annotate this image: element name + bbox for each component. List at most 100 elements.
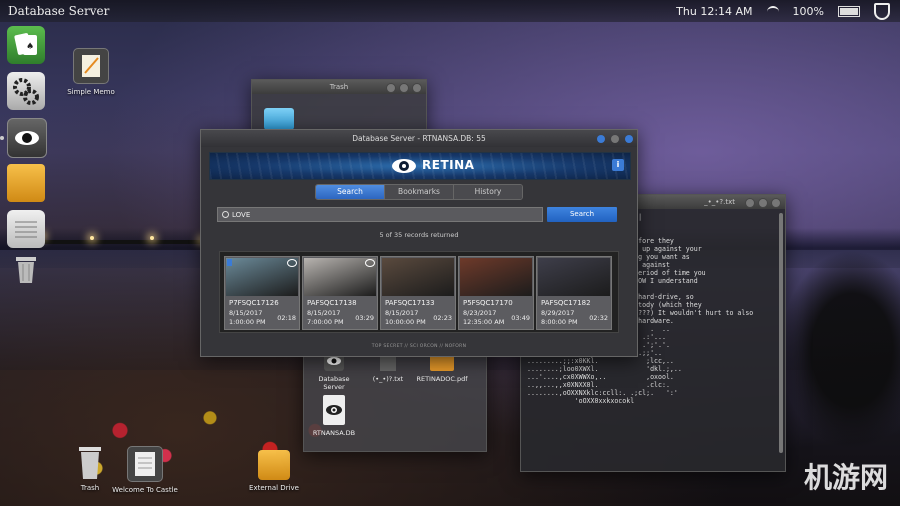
trash-desktop-icon[interactable]: Trash — [68, 446, 112, 492]
database-window-title: Database Server - RTNANSA.DB: 55 — [352, 134, 486, 143]
battery-icon[interactable] — [838, 5, 860, 17]
trash-can-icon — [77, 446, 103, 480]
result-id: PAFSQC17133 — [385, 299, 435, 307]
database-server-window: Database Server - RTNANSA.DB: 55 RETINA … — [200, 129, 638, 357]
background-bridge — [30, 240, 210, 244]
drive-icon — [258, 450, 290, 480]
retina-eye-logo-icon — [392, 159, 416, 173]
search-input-value: LOVE — [232, 211, 251, 219]
retina-brand: RETINA — [422, 158, 475, 172]
notes-icon[interactable] — [7, 210, 45, 248]
video-thumbnail[interactable] — [460, 258, 532, 296]
result-id: PAFSQC17182 — [541, 299, 591, 307]
search-icon — [222, 211, 229, 218]
result-time: 12:35:00 AM — [463, 318, 505, 326]
text-line: ...'....,cx0XWWXo,.. ,oxool. — [527, 373, 674, 381]
result-card[interactable]: P7FSQC17126 8/15/2017 1:00:00 PM 02:18 — [224, 256, 300, 330]
external-drive-icon[interactable] — [7, 164, 45, 202]
background-lamp — [90, 236, 94, 240]
battery-percent: 100% — [792, 4, 824, 18]
retina-eye-icon[interactable] — [7, 118, 47, 158]
file-label: (•_•)?.txt — [372, 375, 404, 383]
trash-window-titlebar[interactable]: Trash — [252, 80, 426, 94]
tab-bookmarks[interactable]: Bookmarks — [385, 185, 454, 199]
trash-icon[interactable] — [7, 250, 45, 288]
result-id: PAFSQC17138 — [307, 299, 357, 307]
result-duration: 02:23 — [433, 314, 452, 322]
result-id: P7FSQC17126 — [229, 299, 279, 307]
dock: ♠ — [0, 26, 47, 506]
text-line: ..,,...,,x0XNXX0l. .clc:. — [527, 381, 670, 389]
simple-memo-label: Simple Memo — [67, 88, 115, 96]
minimize-button[interactable] — [386, 83, 396, 93]
document-icon — [127, 446, 163, 482]
result-card[interactable]: P5FSQC17170 8/23/2017 12:35:00 AM 03:49 — [458, 256, 534, 330]
solitaire-cards-icon[interactable]: ♠ — [7, 26, 45, 64]
scrollbar[interactable] — [779, 213, 783, 453]
welcome-label: Welcome To Castle — [112, 486, 178, 494]
result-date: 8/15/2017 — [229, 309, 263, 317]
dock-active-indicator — [0, 136, 4, 140]
result-date: 8/15/2017 — [385, 309, 419, 317]
file-label: RTNANSA.DB — [312, 429, 356, 437]
close-button[interactable] — [771, 198, 781, 208]
menubar-clock[interactable]: Thu 12:14 AM — [676, 5, 752, 18]
eye-document-icon — [323, 395, 345, 425]
result-duration: 02:32 — [589, 314, 608, 322]
text-viewer-title: _•_•?.txt — [704, 198, 735, 206]
result-duration: 02:18 — [277, 314, 296, 322]
folder-icon[interactable] — [264, 108, 294, 130]
minimize-button[interactable] — [745, 198, 755, 208]
menubar: Database Server Thu 12:14 AM 100% — [0, 0, 900, 22]
tab-search[interactable]: Search — [316, 185, 385, 199]
maximize-button[interactable] — [399, 83, 409, 93]
maximize-button[interactable] — [758, 198, 768, 208]
video-thumbnail[interactable] — [382, 258, 454, 296]
gear-icon[interactable] — [7, 72, 45, 110]
records-status: 5 of 35 records returned — [379, 231, 459, 239]
search-input[interactable]: LOVE — [217, 207, 543, 222]
background-lamp — [150, 236, 154, 240]
menubar-app-title[interactable]: Database Server — [8, 4, 109, 18]
file-rtnansa-db[interactable]: RTNANSA.DB — [308, 393, 360, 437]
result-date: 8/29/2017 — [541, 309, 575, 317]
minimize-button[interactable] — [597, 135, 605, 143]
trash-label: Trash — [80, 484, 100, 492]
background-tree — [780, 250, 900, 450]
result-time: 1:00:00 PM — [229, 318, 266, 326]
tab-bar: Search Bookmarks History — [315, 184, 523, 200]
result-time: 8:00:00 PM — [541, 318, 578, 326]
external-drive-desktop-icon[interactable]: External Drive — [246, 450, 302, 492]
welcome-desktop-icon[interactable]: Welcome To Castle — [110, 446, 180, 494]
close-button[interactable] — [625, 135, 633, 143]
shield-icon[interactable] — [874, 2, 890, 20]
svg-text:♠: ♠ — [26, 42, 34, 52]
search-button[interactable]: Search — [547, 207, 617, 222]
tab-history[interactable]: History — [454, 185, 522, 199]
info-button[interactable]: i — [612, 159, 624, 171]
simple-memo-desktop-icon[interactable]: Simple Memo — [64, 48, 118, 96]
text-line: ........,oOXXNXklc:ccll:. .;cl;. ':' — [527, 389, 678, 397]
result-card[interactable]: PAFSQC17138 8/15/2017 7:00:00 PM 03:29 — [302, 256, 378, 330]
result-card[interactable]: PAFSQC17182 8/29/2017 8:00:00 PM 02:32 — [536, 256, 612, 330]
database-window-titlebar[interactable]: Database Server - RTNANSA.DB: 55 — [201, 130, 637, 147]
maximize-button[interactable] — [611, 135, 619, 143]
video-thumbnail[interactable] — [538, 258, 610, 296]
result-duration: 03:29 — [355, 314, 374, 322]
wifi-icon[interactable] — [766, 5, 779, 17]
close-button[interactable] — [412, 83, 422, 93]
result-card[interactable]: PAFSQC17133 8/15/2017 10:00:00 PM 02:23 — [380, 256, 456, 330]
result-duration: 03:49 — [511, 314, 530, 322]
viewed-eye-icon — [365, 259, 375, 267]
memo-icon — [73, 48, 109, 84]
result-time: 7:00:00 PM — [307, 318, 344, 326]
result-id: P5FSQC17170 — [463, 299, 513, 307]
result-date: 8/23/2017 — [463, 309, 497, 317]
watermark: 机游网 — [803, 461, 888, 494]
result-date: 8/15/2017 — [307, 309, 341, 317]
retina-banner: RETINA i — [209, 152, 631, 180]
file-label: RETINADOC.pdf — [416, 375, 468, 383]
result-time: 10:00:00 PM — [385, 318, 426, 326]
bookmark-flag-icon[interactable] — [227, 259, 232, 266]
results-list: P7FSQC17126 8/15/2017 1:00:00 PM 02:18 PAFSQ… — [219, 251, 619, 333]
